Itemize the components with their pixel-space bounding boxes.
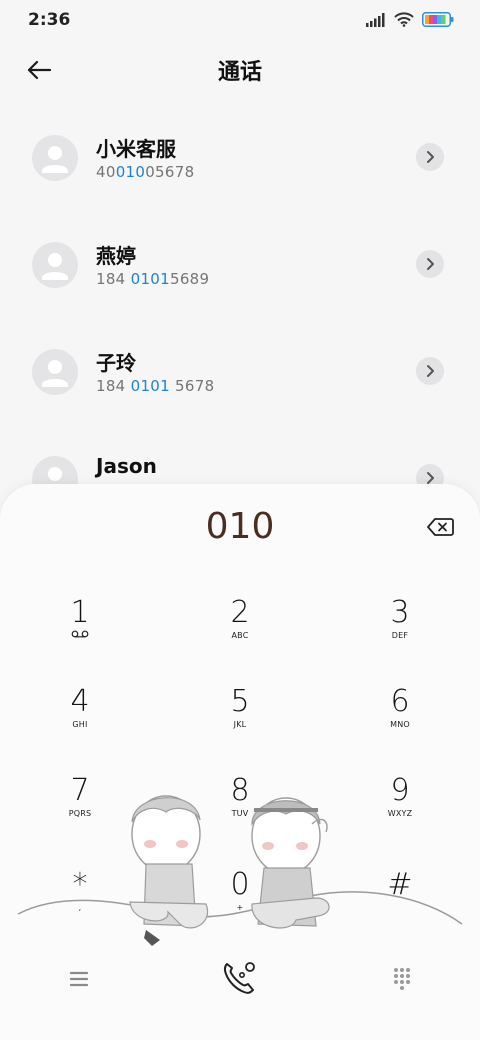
- dial-key-5[interactable]: 5 JKL: [190, 685, 290, 755]
- person-icon: [42, 360, 68, 387]
- contact-item[interactable]: 小米客服 4001005678: [0, 135, 480, 215]
- dial-key-1[interactable]: 1: [30, 596, 130, 666]
- call-button[interactable]: [218, 954, 262, 998]
- contact-number: 184 0101 5678: [96, 377, 215, 395]
- contact-details-button[interactable]: [416, 357, 444, 385]
- contact-details-button[interactable]: [416, 250, 444, 278]
- voicemail-icon: [71, 630, 89, 638]
- contact-item[interactable]: 燕婷 184 01015689: [0, 242, 480, 322]
- dial-key-3[interactable]: 3 DEF: [350, 596, 450, 666]
- dialpad-panel: 010 1 2 ABC 3 DEF 4 GHI 5 JKL 6 MNO 7 PQ…: [0, 484, 480, 1040]
- dialpad-icon: [394, 968, 410, 990]
- chevron-right-icon: [427, 258, 434, 270]
- avatar: [32, 242, 78, 288]
- dial-key-0[interactable]: 0 +: [190, 868, 290, 938]
- status-time: 2:36: [28, 10, 71, 30]
- avatar: [32, 135, 78, 181]
- dialpad-toggle-button[interactable]: [388, 964, 416, 992]
- chevron-right-icon: [427, 151, 434, 163]
- dialed-number[interactable]: 010: [0, 506, 480, 547]
- backspace-icon: [427, 518, 454, 536]
- person-icon: [42, 146, 68, 173]
- contact-item[interactable]: 子玲 184 0101 5678: [0, 349, 480, 429]
- person-icon: [42, 253, 68, 280]
- battery-icon: [422, 12, 454, 27]
- header: 通话: [0, 48, 480, 92]
- dialpad-actions: [0, 954, 480, 1014]
- backspace-button[interactable]: [426, 516, 454, 538]
- dial-key-4[interactable]: 4 GHI: [30, 685, 130, 755]
- contact-number: 4001005678: [96, 163, 195, 181]
- chevron-right-icon: [427, 365, 434, 377]
- contact-name: Jason: [96, 454, 157, 478]
- signal-icon: [366, 12, 385, 27]
- page-title: 通话: [217, 60, 262, 85]
- dial-key-star[interactable]: * ,: [30, 868, 130, 938]
- dial-key-9[interactable]: 9 WXYZ: [350, 774, 450, 844]
- phone-icon: [223, 962, 255, 994]
- dial-key-7[interactable]: 7 PQRS: [30, 774, 130, 844]
- dial-key-6[interactable]: 6 MNO: [350, 685, 450, 755]
- status-bar: 2:36: [0, 0, 480, 40]
- chevron-right-icon: [427, 472, 434, 484]
- dial-key-2[interactable]: 2 ABC: [190, 596, 290, 666]
- contact-details-button[interactable]: [416, 143, 444, 171]
- dial-key-hash[interactable]: #: [350, 868, 450, 938]
- wifi-icon: [394, 12, 414, 27]
- menu-icon: [69, 971, 89, 987]
- dial-key-8[interactable]: 8 TUV: [190, 774, 290, 844]
- contact-number: 184 01015689: [96, 270, 210, 288]
- status-icons: [366, 12, 454, 27]
- contact-name: 小米客服: [96, 137, 176, 161]
- menu-button[interactable]: [66, 966, 92, 992]
- avatar: [32, 349, 78, 395]
- contact-name: 子玲: [96, 351, 136, 375]
- contact-name: 燕婷: [96, 244, 136, 268]
